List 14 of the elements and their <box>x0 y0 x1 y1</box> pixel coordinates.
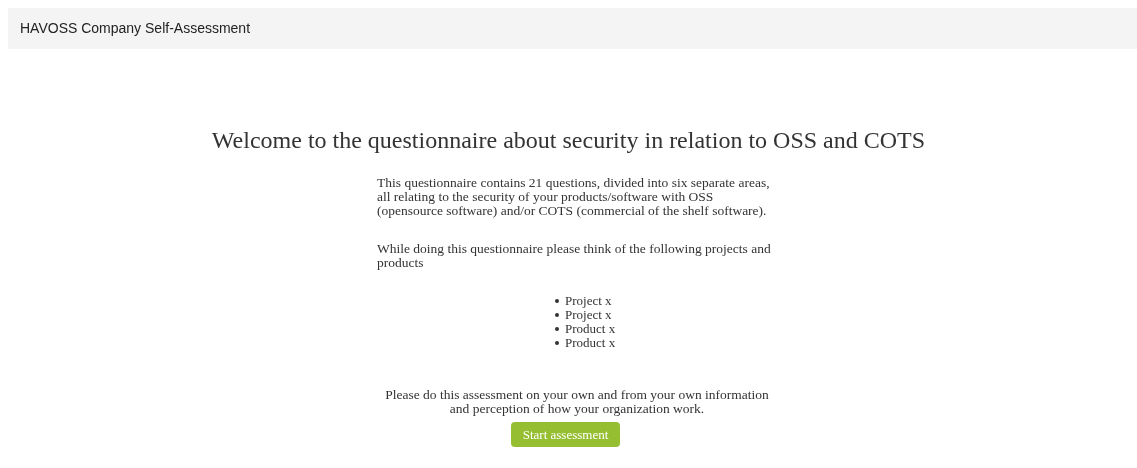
intro-paragraph: While doing this questionnaire please think of the following projects and products <box>377 242 772 270</box>
start-assessment-button[interactable]: Start assessment <box>510 422 621 447</box>
bullet-icon <box>555 341 559 345</box>
list-item: Product x <box>565 322 616 336</box>
list-item: Product x <box>565 336 616 350</box>
intro-paragraph: This questionnaire contains 21 questions, divided into six separate areas, all relating to the security of your products/software with OSS (opensource software) and/or COTS (commercial of the shelf software). <box>377 176 771 218</box>
bullet-icon <box>555 313 559 317</box>
bullet-icon <box>555 327 559 331</box>
page-heading: Welcome to the questionnaire about security in relation to OSS and COTS <box>210 126 927 155</box>
list-item: Project x <box>565 294 612 308</box>
list-item: Project x <box>565 308 612 322</box>
instruction-text: Please do this assessment on your own and from your own information and perception of how your organization work. <box>384 388 770 416</box>
bullet-icon <box>555 299 559 303</box>
app-title: HAVOSS Company Self-Assessment <box>20 19 251 38</box>
